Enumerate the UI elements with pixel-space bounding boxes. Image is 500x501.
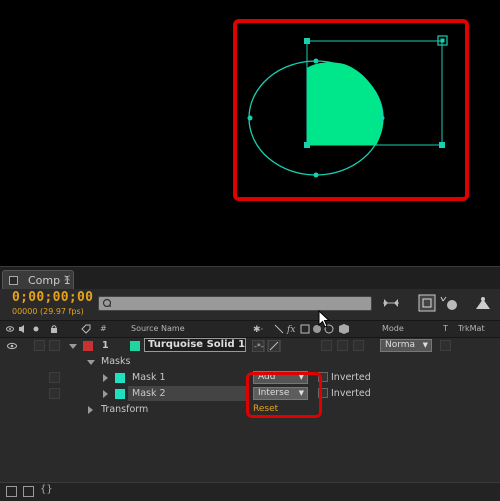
layer-name-text: Turquoise Solid 1: [148, 339, 246, 350]
layer-search-input[interactable]: [98, 296, 372, 311]
chevron-down-icon: ▼: [422, 341, 428, 349]
layer-expand-icon[interactable]: [69, 344, 77, 349]
live-update-icon[interactable]: [380, 293, 402, 313]
layer-row[interactable]: 1 Turquoise Solid 1 -*- Norma ▼: [0, 338, 500, 354]
av-features-icons: [6, 325, 57, 333]
mask-expand-icon[interactable]: [103, 390, 108, 398]
mask-name[interactable]: Mask 1: [132, 372, 166, 383]
mask-lock-switch[interactable]: [49, 372, 60, 383]
search-icon: [102, 298, 111, 307]
mask-inverted-label: Inverted: [331, 388, 371, 399]
panel-tab-bar: Comp 1 ×: [0, 266, 500, 289]
mask-color-swatch[interactable]: [115, 373, 125, 383]
draft-3d-icon[interactable]: [417, 293, 439, 313]
viewer-canvas[interactable]: [0, 0, 500, 266]
layer-switches[interactable]: -*-: [252, 340, 296, 352]
column-t: T: [443, 324, 448, 333]
layer-name-field[interactable]: Turquoise Solid 1: [144, 338, 246, 352]
solid-color-swatch: [130, 341, 140, 351]
layer-switches-toggle-icon[interactable]: [6, 486, 17, 497]
transform-label: Transform: [101, 404, 149, 415]
switch-fx[interactable]: [321, 340, 332, 351]
layer-mode-select[interactable]: Norma ▼: [380, 339, 432, 352]
transform-expand-icon[interactable]: [88, 406, 93, 414]
layer-index: 1: [102, 340, 109, 351]
timeline-panel: Comp 1 × 0;00;00;00 00000 (29.97 fps) # …: [0, 266, 500, 501]
mask-name[interactable]: Mask 2: [132, 388, 166, 399]
shy-layers-icon[interactable]: [440, 293, 462, 313]
transfer-controls-toggle-icon[interactable]: [23, 486, 34, 497]
switch-3d[interactable]: [353, 340, 364, 351]
switches-icons: ✱· fx: [253, 324, 349, 335]
mask-expand-icon[interactable]: [103, 374, 108, 382]
column-source-name[interactable]: Source Name: [131, 324, 185, 333]
label-icon: [81, 324, 91, 334]
solo-switch[interactable]: [34, 340, 45, 351]
highlight-box-mask-mode: [246, 372, 322, 418]
preserve-transparency-switch[interactable]: [440, 340, 451, 351]
mask-lock-switch[interactable]: [49, 388, 60, 399]
layer-mode-value: Norma: [385, 340, 416, 350]
masks-expand-icon[interactable]: [87, 360, 95, 365]
tab-comp-1[interactable]: Comp 1 ×: [2, 270, 74, 289]
frame-blending-icon[interactable]: [472, 293, 494, 313]
switch-blend[interactable]: [337, 340, 348, 351]
svg-text:fx: fx: [286, 325, 295, 335]
mask-color-swatch[interactable]: [115, 389, 125, 399]
masks-group-label: Masks: [101, 356, 131, 367]
column-mode[interactable]: Mode: [382, 324, 404, 333]
timeline-footer: {}: [0, 482, 500, 501]
layer-label-color[interactable]: [83, 341, 93, 351]
column-number: #: [100, 324, 107, 333]
column-trkmat: TrkMat: [458, 324, 485, 333]
composition-icon: [9, 276, 18, 285]
mask-inverted-label: Inverted: [331, 372, 371, 383]
svg-text:-*-: -*-: [254, 342, 264, 351]
current-time-display[interactable]: 0;00;00;00: [12, 290, 93, 305]
frame-rate-info: 00000 (29.97 fps): [12, 307, 84, 316]
lock-switch[interactable]: [49, 340, 60, 351]
in-out-toggle-icon[interactable]: {}: [40, 484, 53, 495]
svg-text:✱·: ✱·: [253, 325, 263, 335]
column-header: # Source Name ✱· fx Mode T TrkMat: [0, 320, 500, 338]
close-icon[interactable]: ×: [63, 273, 71, 284]
composition-viewer[interactable]: [0, 0, 500, 266]
mouse-cursor-icon: [318, 310, 331, 328]
masks-group-row[interactable]: Masks: [0, 354, 500, 370]
eye-icon[interactable]: [7, 342, 19, 350]
